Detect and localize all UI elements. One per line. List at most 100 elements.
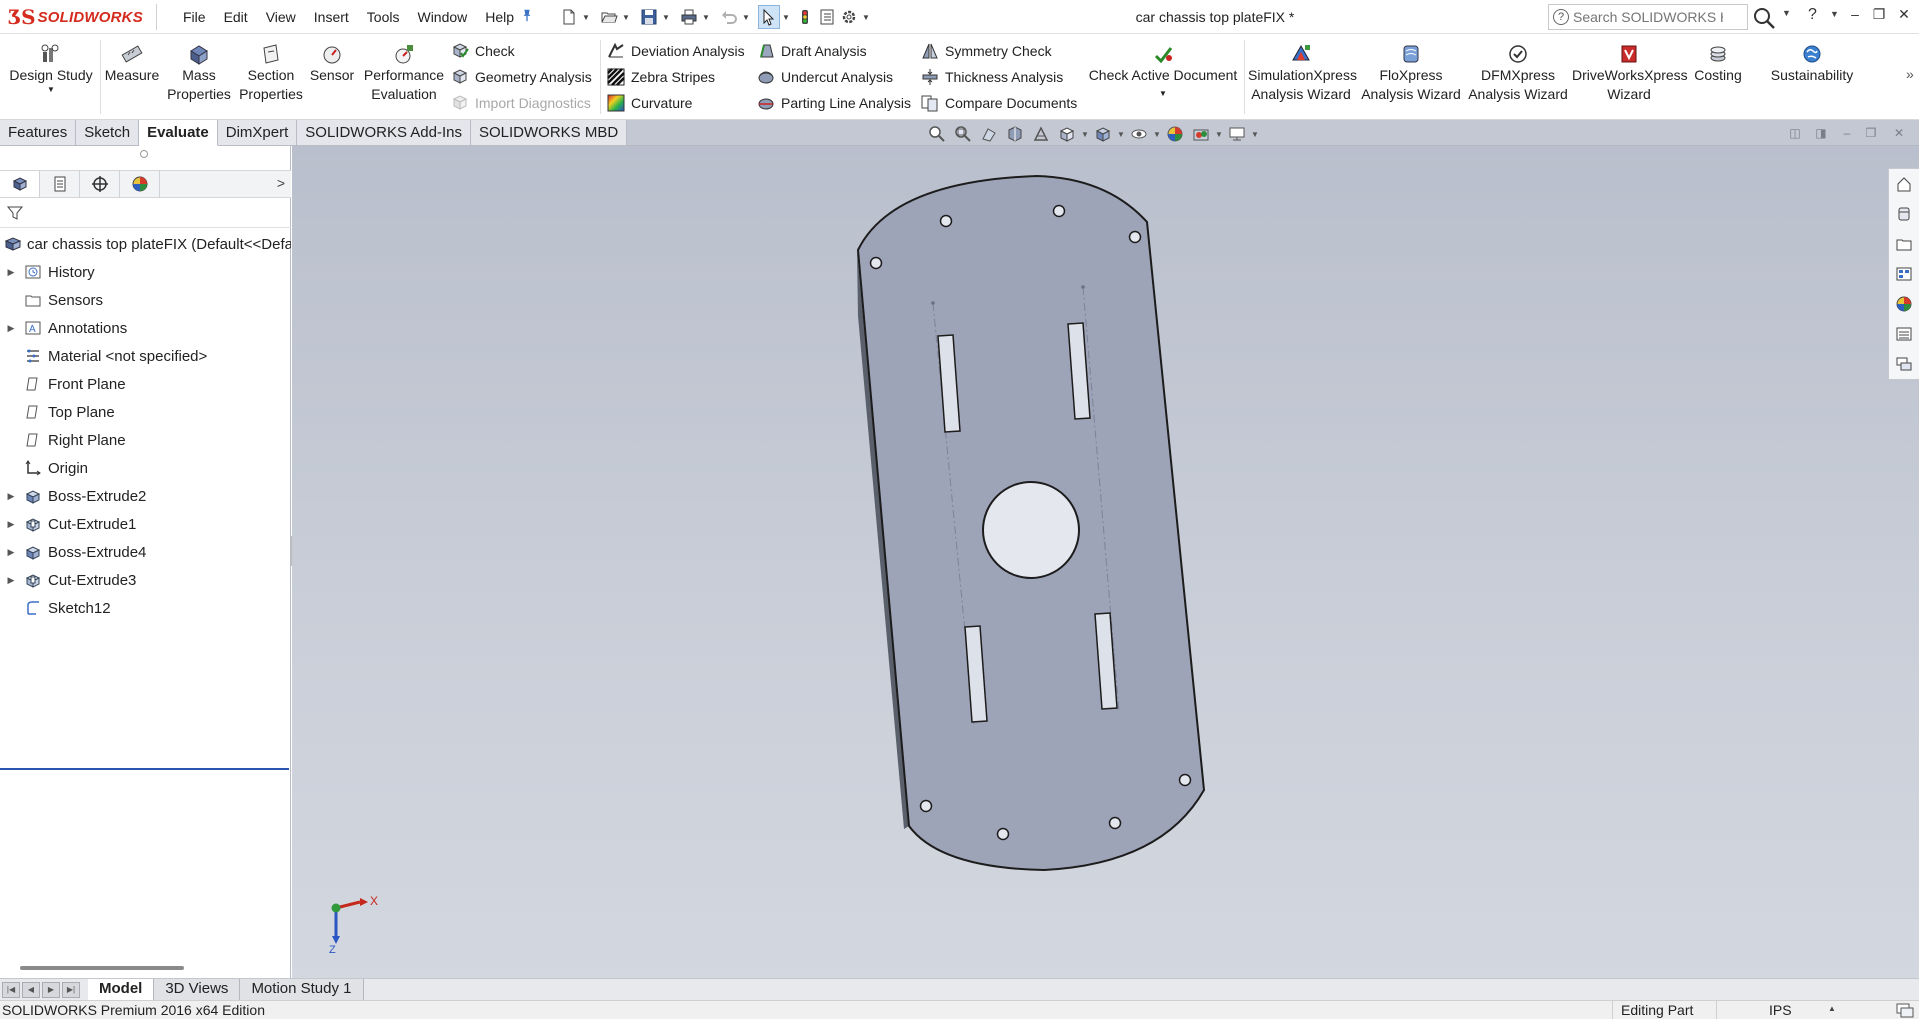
print-dropdown-icon[interactable]: ▼ (700, 5, 712, 29)
view-palette-icon[interactable] (1889, 259, 1919, 289)
tree-item-origin[interactable]: Origin (0, 454, 291, 482)
design-study-dropdown-icon[interactable]: ▼ (6, 85, 96, 95)
sustainability-button[interactable]: Sustainability (1766, 40, 1858, 85)
search-dropdown-icon[interactable]: ▼ (1782, 8, 1791, 18)
check-active-document-button[interactable]: Check Active Document ▼ (1088, 40, 1238, 103)
print-icon[interactable] (678, 5, 700, 29)
more-commands-icon[interactable]: » (1906, 66, 1914, 82)
expand-arrow-icon[interactable]: ▶ (0, 491, 22, 502)
parting-line-analysis-button[interactable]: Parting Line Analysis (756, 91, 911, 115)
close-icon[interactable]: ✕ (1893, 6, 1915, 26)
next-tab-icon[interactable]: ▶ (42, 982, 60, 998)
units-dropdown-icon[interactable]: ▲ (1828, 1004, 1836, 1013)
tree-item-top-plane[interactable]: Top Plane (0, 398, 291, 426)
check-button[interactable]: Check (450, 39, 515, 63)
tree-item-right-plane[interactable]: Right Plane (0, 426, 291, 454)
dynamic-annotation-icon[interactable] (1028, 123, 1054, 145)
compare-documents-button[interactable]: Compare Documents (920, 91, 1077, 115)
driveworksxpress-button[interactable]: DriveWorksXpress Wizard (1572, 40, 1688, 104)
tree-item-boss-extrude2[interactable]: ▶ Boss-Extrude2 (0, 482, 291, 510)
search-input[interactable] (1573, 9, 1723, 25)
design-study-button[interactable]: Design Study ▼ (6, 40, 96, 95)
open-dropdown-icon[interactable]: ▼ (620, 5, 632, 29)
tree-item-sensors[interactable]: Sensors (0, 286, 291, 314)
performance-evaluation-button[interactable]: Performance Evaluation (362, 40, 446, 104)
panel-horizontal-scrollbar[interactable] (20, 966, 184, 970)
menu-file[interactable]: File (174, 9, 215, 25)
view-settings-icon[interactable] (1224, 123, 1250, 145)
geometry-analysis-button[interactable]: Geometry Analysis (450, 65, 592, 89)
minimize-icon[interactable]: – (1844, 6, 1866, 26)
panel-grip[interactable] (140, 150, 148, 158)
graphics-area[interactable]: X Z (292, 146, 1919, 978)
apply-scene-dropdown-icon[interactable]: ▼ (1214, 130, 1224, 139)
rebuild-icon[interactable] (794, 5, 816, 29)
tab-sketch[interactable]: Sketch (76, 120, 140, 146)
viewport-split-icon[interactable]: ◨ (1812, 126, 1830, 142)
file-properties-icon[interactable] (816, 5, 838, 29)
panel-more-icon[interactable]: > (277, 175, 285, 191)
undercut-analysis-button[interactable]: Undercut Analysis (756, 65, 893, 89)
menu-tools[interactable]: Tools (358, 9, 409, 25)
menu-edit[interactable]: Edit (215, 9, 257, 25)
tree-item-sketch12[interactable]: Sketch12 (0, 594, 291, 622)
view-settings-dropdown-icon[interactable]: ▼ (1250, 130, 1260, 139)
zoom-to-fit-icon[interactable] (924, 123, 950, 145)
curvature-button[interactable]: Curvature (606, 91, 692, 115)
tree-root-part[interactable]: car chassis top plateFIX (Default<<Defa (0, 230, 291, 258)
dfmxpress-button[interactable]: DFMXpress Analysis Wizard (1466, 40, 1570, 104)
viewport-restore-icon[interactable]: ❐ (1862, 126, 1880, 142)
display-style-dropdown-icon[interactable]: ▼ (1116, 130, 1126, 139)
undo-dropdown-icon[interactable]: ▼ (740, 5, 752, 29)
expand-arrow-icon[interactable]: ▶ (0, 323, 22, 334)
menu-window[interactable]: Window (408, 9, 476, 25)
new-document-icon[interactable] (558, 5, 580, 29)
status-chat-icon[interactable] (1896, 1003, 1914, 1018)
tree-item-cut-extrude3[interactable]: ▶ Cut-Extrude3 (0, 566, 291, 594)
hide-show-items-icon[interactable] (1126, 123, 1152, 145)
tree-item-annotations[interactable]: ▶ A Annotations (0, 314, 291, 342)
help-dropdown-icon[interactable]: ▼ (1830, 9, 1839, 19)
tab-dimxpert[interactable]: DimXpert (217, 120, 298, 146)
zebra-stripes-button[interactable]: Zebra Stripes (606, 65, 715, 89)
tab-evaluate[interactable]: Evaluate (139, 120, 218, 146)
section-view-icon[interactable] (1002, 123, 1028, 145)
thickness-analysis-button[interactable]: Thickness Analysis (920, 65, 1063, 89)
viewport-tile-icon[interactable]: ◫ (1786, 126, 1804, 142)
tab-3d-views[interactable]: 3D Views (154, 979, 241, 1000)
tab-features[interactable]: Features (0, 120, 77, 146)
pin-menu-icon[interactable] (518, 8, 536, 26)
undo-icon[interactable] (718, 5, 740, 29)
import-diagnostics-button[interactable]: Import Diagnostics (450, 91, 591, 115)
deviation-analysis-button[interactable]: Deviation Analysis (606, 39, 745, 63)
part-model[interactable] (292, 146, 1919, 978)
tree-filter[interactable] (0, 198, 291, 228)
help-icon[interactable]: ? (1808, 6, 1817, 24)
draft-analysis-button[interactable]: Draft Analysis (756, 39, 867, 63)
tree-item-cut-extrude1[interactable]: ▶ Cut-Extrude1 (0, 510, 291, 538)
design-library-icon[interactable] (1889, 199, 1919, 229)
propertymanager-tab-icon[interactable] (40, 171, 80, 197)
displaymanager-tab-icon[interactable] (120, 171, 160, 197)
previous-view-icon[interactable] (976, 123, 1002, 145)
menu-help[interactable]: Help (476, 9, 523, 25)
menu-view[interactable]: View (257, 9, 305, 25)
simulationxpress-button[interactable]: SimulationXpress Analysis Wizard (1248, 40, 1357, 104)
tree-item-material[interactable]: Material <not specified> (0, 342, 291, 370)
viewport-minimize-icon[interactable]: – (1838, 126, 1856, 142)
restore-icon[interactable]: ❐ (1868, 6, 1890, 26)
expand-arrow-icon[interactable]: ▶ (0, 575, 22, 586)
save-icon[interactable] (638, 5, 660, 29)
display-style-icon[interactable] (1090, 123, 1116, 145)
measure-button[interactable]: Measure (104, 40, 160, 85)
search-icon[interactable] (1752, 6, 1778, 30)
zoom-to-area-icon[interactable] (950, 123, 976, 145)
section-properties-button[interactable]: Section Properties (236, 40, 306, 104)
tab-solidworks-mbd[interactable]: SOLIDWORKS MBD (471, 120, 628, 146)
file-explorer-icon[interactable] (1889, 229, 1919, 259)
save-dropdown-icon[interactable]: ▼ (660, 5, 672, 29)
costing-button[interactable]: Costing (1690, 40, 1746, 85)
last-tab-icon[interactable]: ▶| (62, 982, 80, 998)
expand-arrow-icon[interactable]: ▶ (0, 547, 22, 558)
solidworks-logo[interactable]: ƷS SOLIDWORKS (8, 3, 154, 31)
